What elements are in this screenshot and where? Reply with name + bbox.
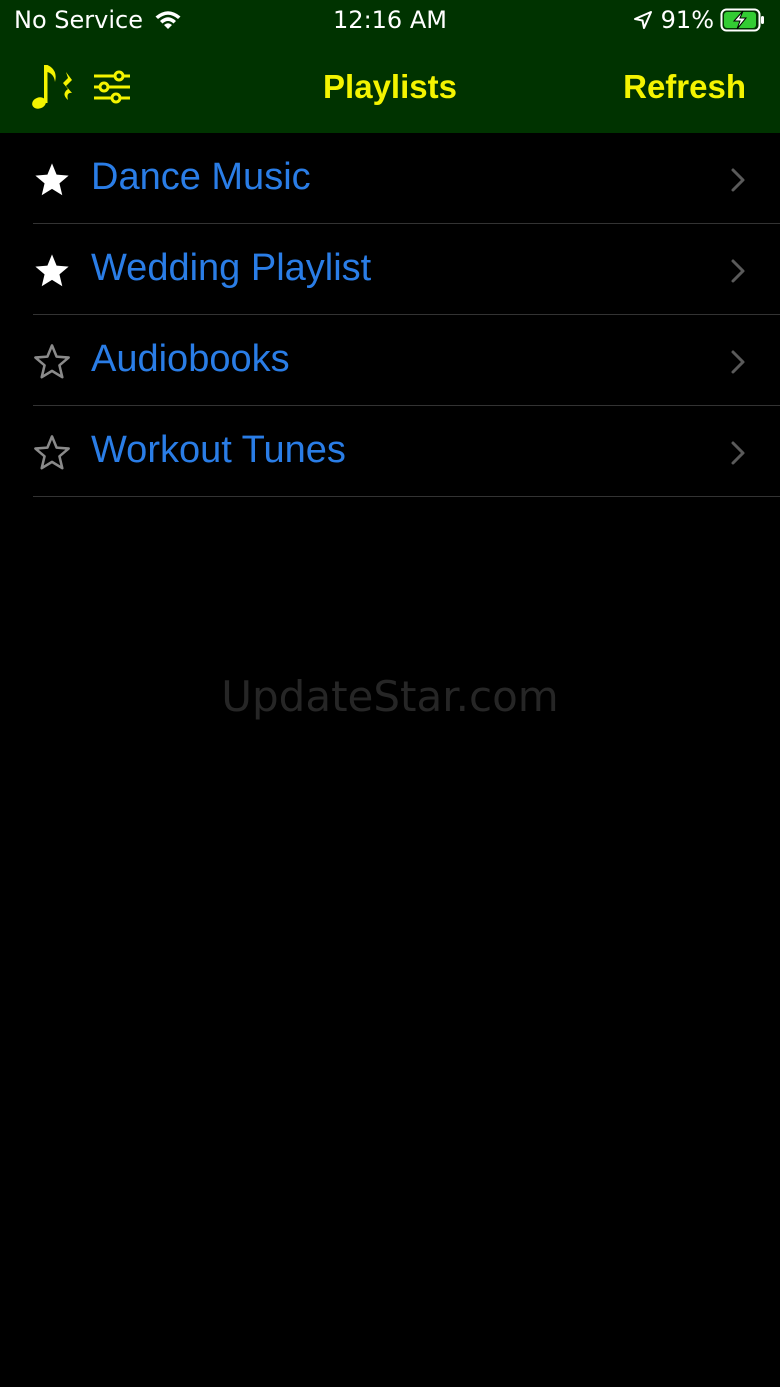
playlist-list: Dance Music Wedding Playlist Audiobooks … [0, 133, 780, 497]
battery-charging-icon [720, 8, 764, 32]
navigation-bar: Playlists Refresh [0, 44, 780, 133]
chevron-right-icon [731, 168, 745, 192]
playlist-name: Workout Tunes [91, 429, 346, 471]
row-divider [33, 496, 780, 497]
playlist-row-wedding-playlist[interactable]: Wedding Playlist [0, 224, 780, 315]
star-outline-icon[interactable] [33, 434, 71, 472]
battery-percent: 91% [660, 6, 714, 34]
playlist-name: Wedding Playlist [91, 247, 372, 289]
star-outline-icon[interactable] [33, 343, 71, 381]
chevron-right-icon [731, 350, 745, 374]
refresh-button[interactable]: Refresh [623, 68, 746, 106]
chevron-right-icon [731, 441, 745, 465]
playlist-row-dance-music[interactable]: Dance Music [0, 133, 780, 224]
star-filled-icon[interactable] [33, 252, 71, 290]
status-right: 91% [633, 6, 766, 34]
playlist-name: Dance Music [91, 156, 311, 198]
playlist-name: Audiobooks [91, 338, 290, 380]
location-arrow-icon [633, 11, 652, 29]
star-filled-icon[interactable] [33, 161, 71, 199]
status-bar: No Service 12:16 AM 91% [0, 0, 780, 44]
chevron-right-icon [731, 259, 745, 283]
watermark: UpdateStar.com [221, 672, 559, 721]
playlist-row-audiobooks[interactable]: Audiobooks [0, 315, 780, 406]
playlist-row-workout-tunes[interactable]: Workout Tunes [0, 406, 780, 497]
